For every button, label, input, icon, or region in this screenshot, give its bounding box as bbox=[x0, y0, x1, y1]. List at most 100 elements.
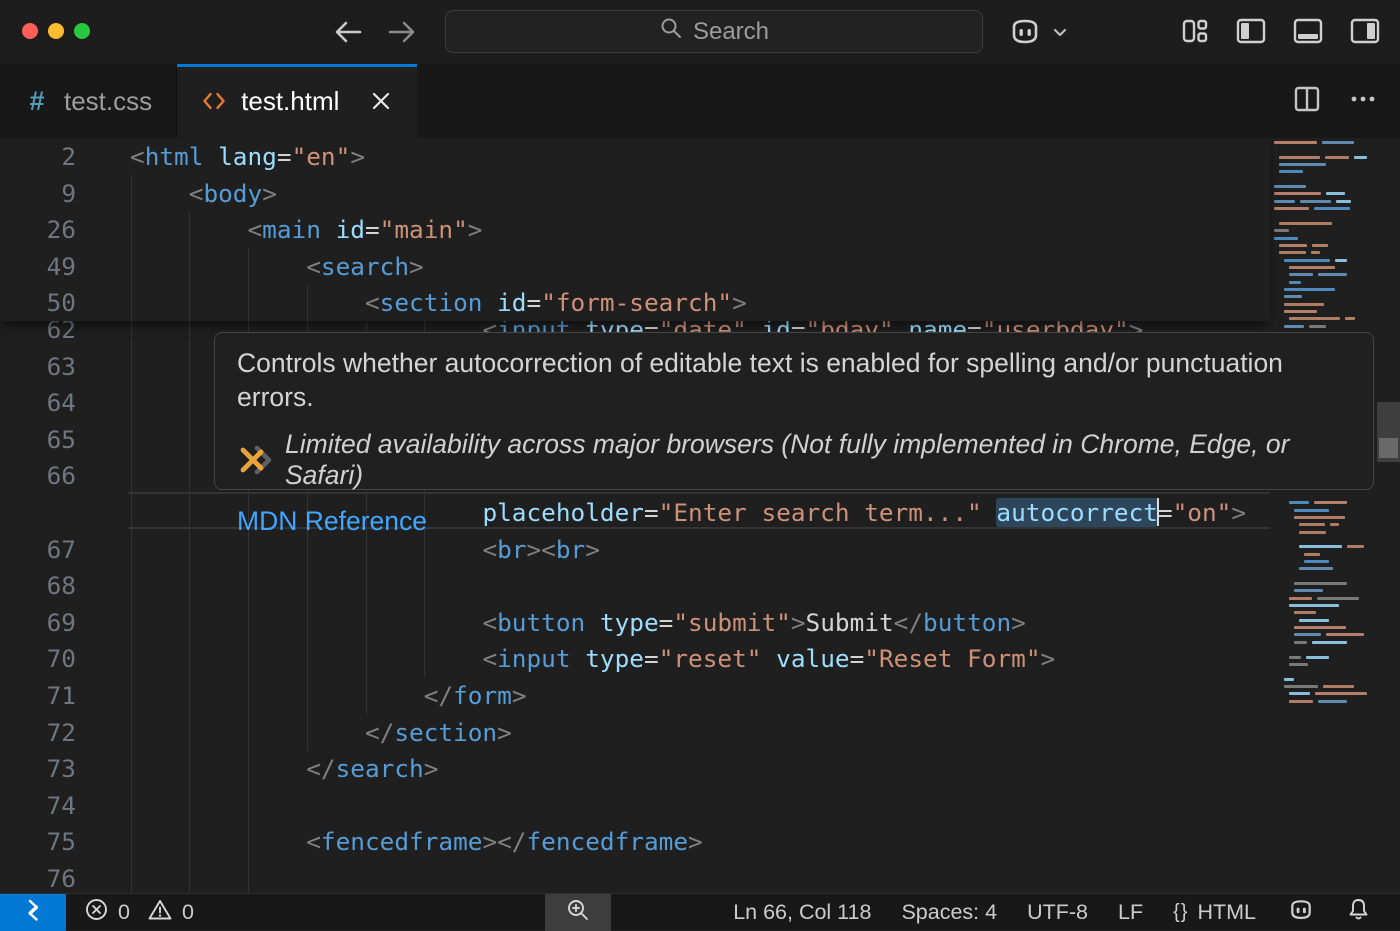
vertical-scrollbar[interactable] bbox=[1377, 138, 1400, 893]
tab-test.html[interactable]: test.html bbox=[177, 64, 417, 138]
minimap-line bbox=[1311, 251, 1320, 254]
copilot-icon bbox=[1286, 895, 1316, 931]
indent-guide bbox=[366, 567, 367, 604]
notifications-bell[interactable] bbox=[1331, 894, 1386, 931]
minimap-line bbox=[1304, 560, 1329, 563]
line-number: 68 bbox=[0, 567, 76, 604]
tab-label: test.html bbox=[241, 86, 339, 117]
minimap-line bbox=[1294, 589, 1323, 592]
minimap-line bbox=[1279, 170, 1303, 173]
search-icon bbox=[659, 16, 683, 47]
error-count: 0 bbox=[118, 900, 130, 925]
tab-bar: #test.css test.html bbox=[0, 64, 1400, 138]
hover-tooltip: Controls whether autocorrection of edita… bbox=[214, 332, 1374, 490]
eol-status[interactable]: LF bbox=[1103, 894, 1158, 931]
minimap-line bbox=[1284, 310, 1317, 313]
code-line-74[interactable]: 74 bbox=[0, 787, 1270, 824]
indent-guide bbox=[131, 348, 132, 385]
problems-status[interactable]: 0 0 bbox=[84, 894, 194, 931]
panel-left-icon[interactable] bbox=[1234, 15, 1268, 47]
minimap-line bbox=[1294, 633, 1321, 636]
mdn-reference-link[interactable]: MDN Reference bbox=[237, 506, 427, 537]
code-line-67[interactable]: 67 <br><br> bbox=[0, 531, 1270, 568]
editor-pane[interactable]: 62 <input type="date" id="bday" name="us… bbox=[0, 138, 1400, 893]
minimap-line bbox=[1322, 141, 1354, 144]
indent-guide bbox=[131, 567, 132, 604]
line-content: <html lang="en"> bbox=[0, 138, 365, 175]
status-bar: 0 0 Ln 66, Col 118 Spaces: 4 UTF-8 LF {}… bbox=[0, 893, 1400, 930]
line-number: 76 bbox=[0, 860, 76, 893]
minimap-line bbox=[1289, 604, 1339, 607]
minimap-line bbox=[1294, 641, 1307, 644]
code-line-68[interactable]: 68 bbox=[0, 567, 1270, 604]
tooltip-availability-text: Limited availability across major browse… bbox=[285, 429, 1351, 491]
indent-guide bbox=[189, 348, 190, 385]
code-line-72[interactable]: 72 </section> bbox=[0, 714, 1270, 751]
code-line-71[interactable]: 71 </form> bbox=[0, 677, 1270, 714]
code-line-49[interactable]: 49 <search> bbox=[0, 248, 1270, 285]
close-icon[interactable] bbox=[369, 89, 393, 113]
encoding-status[interactable]: UTF-8 bbox=[1012, 894, 1103, 931]
minimap-line bbox=[1315, 692, 1367, 695]
minimap-line bbox=[1274, 237, 1298, 240]
code-line-26[interactable]: 26 <main id="main"> bbox=[0, 211, 1270, 248]
tab-label: test.css bbox=[64, 86, 152, 117]
minimap-line bbox=[1274, 229, 1289, 232]
code-line-69[interactable]: 69 <button type="submit">Submit</button> bbox=[0, 604, 1270, 641]
zoom-in-icon bbox=[565, 897, 591, 929]
line-content: <button type="submit">Submit</button> bbox=[0, 604, 1026, 641]
minimap-line bbox=[1317, 597, 1359, 600]
code-line-73[interactable]: 73 </search> bbox=[0, 750, 1270, 787]
copilot-menu[interactable] bbox=[1006, 13, 1070, 56]
minimap-line bbox=[1289, 700, 1313, 703]
code-line-70[interactable]: 70 <input type="reset" value="Reset Form… bbox=[0, 640, 1270, 677]
code-line-75[interactable]: 75 <fencedframe></fencedframe> bbox=[0, 823, 1270, 860]
indent-guide bbox=[131, 860, 132, 893]
minimap-line bbox=[1345, 317, 1354, 320]
indent-guide bbox=[189, 787, 190, 824]
error-icon bbox=[84, 897, 109, 928]
minimap-line bbox=[1326, 192, 1345, 195]
arrow-back-icon[interactable] bbox=[330, 14, 366, 50]
code-line-9[interactable]: 9 <body> bbox=[0, 175, 1270, 212]
minimap-line bbox=[1314, 501, 1346, 504]
indentation-status[interactable]: Spaces: 4 bbox=[886, 894, 1012, 931]
minimap-line bbox=[1309, 325, 1326, 328]
indent-guide bbox=[189, 567, 190, 604]
code-line-2[interactable]: 2<html lang="en"> bbox=[0, 138, 1270, 175]
minimize-window-button[interactable] bbox=[48, 23, 64, 39]
minimap[interactable] bbox=[1270, 138, 1376, 893]
zoom-window-button[interactable] bbox=[74, 23, 90, 39]
code-line-50[interactable]: 50 <section id="form-search"> bbox=[0, 284, 1270, 321]
minimap-line bbox=[1299, 531, 1326, 534]
panel-right-icon[interactable] bbox=[1348, 15, 1382, 47]
cursor-position[interactable]: Ln 66, Col 118 bbox=[718, 894, 886, 931]
remote-indicator[interactable] bbox=[0, 894, 66, 931]
line-content: <main id="main"> bbox=[0, 211, 482, 248]
sticky-scroll[interactable]: 2<html lang="en">9 <body>26 <main id="ma… bbox=[0, 138, 1270, 321]
language-mode[interactable]: {} HTML bbox=[1158, 894, 1271, 931]
more-actions-icon[interactable] bbox=[1348, 84, 1378, 119]
zoom-status-item[interactable] bbox=[545, 894, 611, 931]
minimap-line bbox=[1294, 509, 1329, 512]
tab-bar-tabs: #test.css test.html bbox=[0, 64, 417, 138]
minimap-line bbox=[1300, 200, 1330, 203]
close-window-button[interactable] bbox=[22, 23, 38, 39]
minimap-line bbox=[1323, 685, 1354, 688]
code-line-76[interactable]: 76 bbox=[0, 860, 1270, 893]
split-editor-icon[interactable] bbox=[1292, 84, 1322, 119]
panel-bottom-icon[interactable] bbox=[1291, 15, 1325, 47]
html-angle-brackets-icon bbox=[201, 88, 227, 114]
copilot-status[interactable] bbox=[1271, 894, 1331, 931]
command-center-search[interactable]: Search bbox=[445, 10, 983, 53]
line-number: 64 bbox=[0, 384, 76, 421]
minimap-line bbox=[1294, 611, 1316, 614]
minimap-line bbox=[1284, 295, 1302, 298]
line-content: </search> bbox=[0, 750, 438, 787]
line-content: <input type="reset" value="Reset Form"> bbox=[0, 640, 1055, 677]
tab-test.css[interactable]: #test.css bbox=[0, 64, 177, 138]
customize-layout-icon[interactable] bbox=[1179, 15, 1211, 47]
arrow-forward-icon[interactable] bbox=[384, 14, 420, 50]
minimap-line bbox=[1274, 185, 1306, 188]
minimap-line bbox=[1289, 692, 1310, 695]
